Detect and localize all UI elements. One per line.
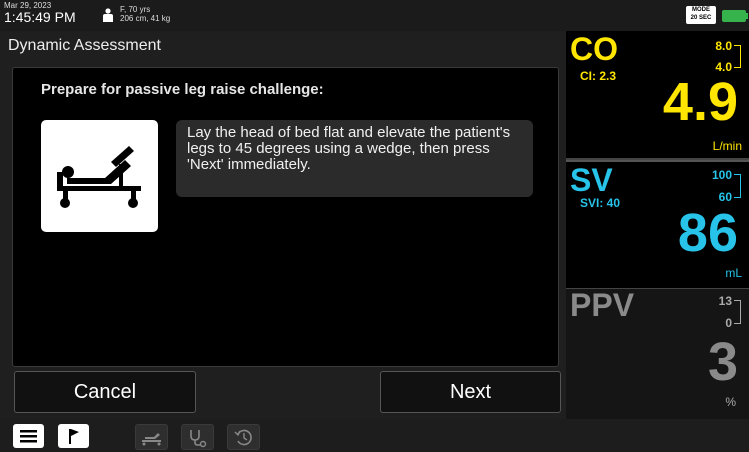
ppv-value: 3 [707, 332, 738, 392]
mode-badge[interactable]: MODE 20 SEC [686, 6, 716, 24]
co-name: CO [570, 31, 618, 67]
history-button[interactable] [227, 424, 260, 450]
time-label: 1:45:49 PM [4, 9, 76, 25]
patient-info: F, 70 yrs 206 cm, 41 kg [120, 5, 170, 23]
co-unit: L/min [712, 139, 742, 153]
ppv-name: PPV [570, 287, 635, 323]
sv-unit: mL [725, 266, 742, 280]
ppv-lower-limit: 0 [725, 316, 732, 330]
flag-icon [69, 429, 79, 444]
sv-tile[interactable]: SV SVI: 40 100 60 86 mL [566, 160, 749, 290]
prompt-heading: Prepare for passive leg raise challenge: [41, 81, 324, 98]
ppv-upper-limit: 13 [718, 294, 732, 308]
person-icon [103, 8, 113, 22]
flag-button[interactable] [58, 424, 89, 448]
sv-value: 86 [677, 203, 738, 263]
next-button[interactable]: Next [380, 371, 561, 413]
menu-button[interactable] [13, 424, 44, 448]
stethoscope-button[interactable] [181, 424, 214, 450]
bed-button[interactable] [135, 424, 168, 450]
sv-name: SV [570, 162, 613, 198]
ppv-limit-bracket [734, 300, 741, 324]
co-tile[interactable]: CO CI: 2.3 8.0 4.0 4.9 L/min [566, 31, 749, 160]
cancel-button[interactable]: Cancel [14, 371, 196, 413]
co-value: 4.9 [662, 72, 738, 132]
history-icon [234, 429, 252, 446]
sv-limit-bracket [734, 174, 741, 198]
bed-icon [41, 120, 158, 232]
mode-interval: 20 SEC [690, 15, 712, 21]
instruction-text: Lay the head of bed flat and elevate the… [187, 124, 511, 173]
battery-icon [722, 10, 746, 22]
panel-title: Dynamic Assessment [8, 37, 161, 54]
battery-tip [746, 13, 748, 19]
co-upper-limit: 8.0 [715, 39, 732, 53]
co-limit-bracket [734, 45, 741, 68]
ppv-tile[interactable]: PPV 13 0 3 % [566, 287, 749, 421]
menu-icon [20, 430, 37, 443]
stethoscope-icon [190, 430, 207, 448]
patient-demographics: F, 70 yrs [120, 5, 151, 14]
sv-upper-limit: 100 [711, 168, 732, 182]
mode-label: MODE [692, 7, 710, 13]
bed-icon [142, 433, 161, 446]
patient-size: 206 cm, 41 kg [120, 14, 171, 23]
bottom-toolbar [0, 419, 749, 452]
ppv-unit: % [725, 395, 736, 409]
